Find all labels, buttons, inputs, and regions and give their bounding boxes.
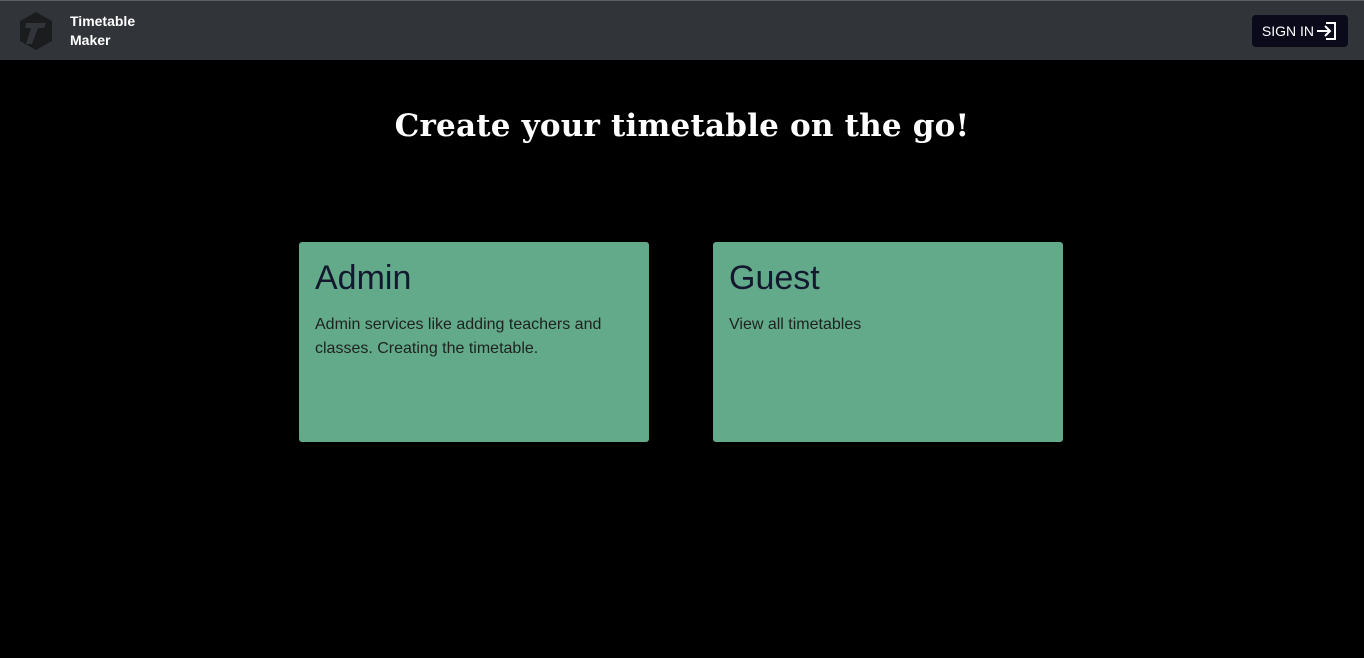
brand-name-line2: Maker bbox=[70, 32, 111, 48]
guest-card-description: View all timetables bbox=[729, 316, 862, 333]
timetable-maker-logo-icon bbox=[20, 12, 52, 50]
page-title: Create your timetable on the go! bbox=[394, 108, 970, 144]
sign-in-label: SIGN IN bbox=[1261, 23, 1314, 39]
guest-card-title: Guest bbox=[729, 259, 820, 297]
brand-home-link[interactable]: Timetable Maker bbox=[18, 11, 150, 51]
brand-name: Timetable Maker bbox=[70, 12, 150, 50]
top-navbar: Timetable Maker SIGN IN bbox=[0, 0, 1364, 60]
brand-name-line1: Timetable bbox=[70, 13, 136, 29]
guest-card[interactable]: Guest View all timetables bbox=[713, 242, 1063, 442]
sign-in-button[interactable]: SIGN IN bbox=[1251, 15, 1348, 47]
sign-in-arrow-icon bbox=[1317, 22, 1336, 40]
admin-card-description: Admin services like adding teachers and … bbox=[315, 316, 602, 357]
admin-card[interactable]: Admin Admin services like adding teacher… bbox=[299, 242, 649, 442]
admin-card-title: Admin bbox=[315, 259, 412, 297]
